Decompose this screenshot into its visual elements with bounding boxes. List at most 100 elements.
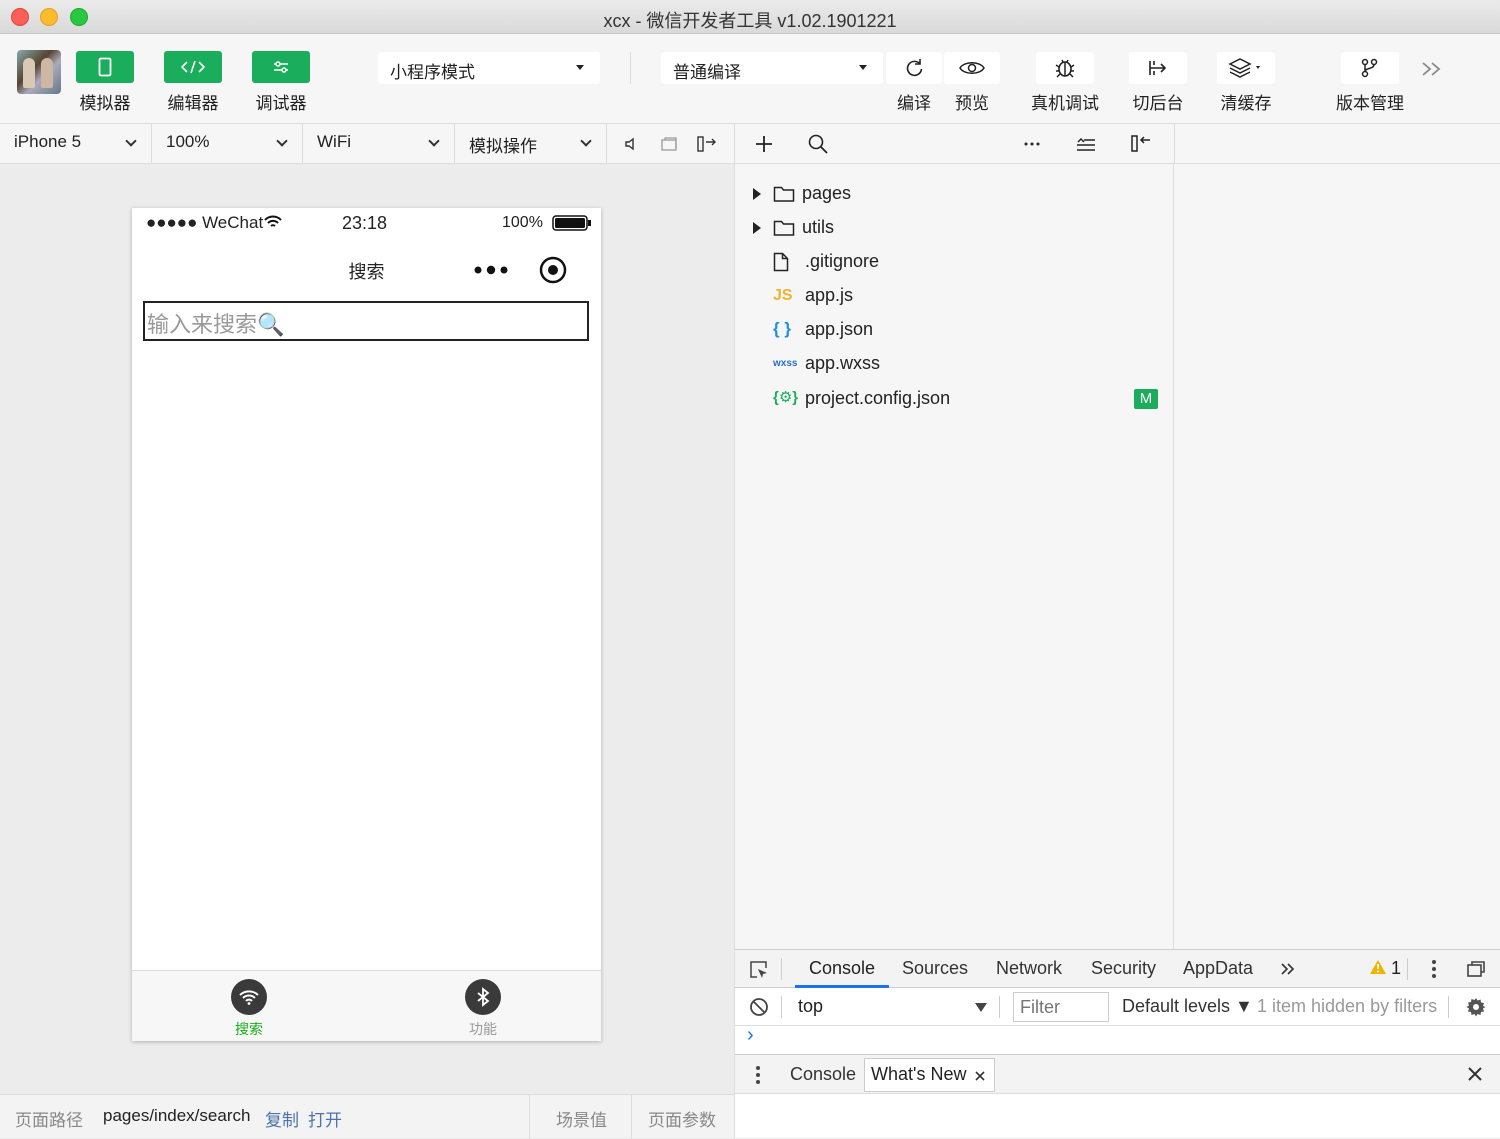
tree-item-app-js[interactable]: JS app.js [735,280,1174,312]
operation-select[interactable]: 模拟操作 [455,124,607,163]
tab-search[interactable]: 搜索 [209,971,289,1042]
chevron-down-icon [276,135,288,147]
devtools-drawer: Console What's New [735,1054,1500,1094]
inspect-element-icon[interactable] [749,960,769,980]
close-target-icon[interactable] [538,255,568,285]
debugger-toggle-button[interactable] [252,51,310,83]
editor-tab-bar [1174,124,1500,164]
version-control-button[interactable] [1341,52,1399,84]
config-file-icon: {⚙} [773,389,799,406]
simulator-toggle-button[interactable] [76,51,134,83]
network-select[interactable]: WiFi [303,124,455,163]
collapse-panel-icon[interactable] [1130,133,1152,153]
double-chevron-right-icon[interactable] [1421,61,1443,77]
more-tabs-icon[interactable] [1280,962,1296,976]
close-drawer-icon[interactable] [1468,1067,1482,1081]
layers-icon [1228,58,1260,78]
editor-area [1173,164,1500,949]
tree-item-project-config[interactable]: {⚙} project.config.json M [735,383,1174,415]
toolbar-divider [1407,958,1408,980]
window-title: xcx - 微信开发者工具 v1.02.1901221 [603,11,897,31]
toolbar-divider [630,52,631,84]
tree-item-label: project.config.json [805,388,951,408]
more-dots-icon[interactable] [473,260,509,280]
toolbar-divider [999,996,1000,1018]
preview-button[interactable] [944,52,1000,84]
tree-item-label: app.js [805,285,854,305]
operation-select-value: 模拟操作 [469,137,537,156]
caret-down-icon [576,65,584,70]
clear-console-icon[interactable] [749,997,769,1017]
file-icon [773,252,789,272]
gear-icon[interactable] [1466,997,1486,1017]
pathbar-divider [631,1095,632,1139]
log-levels-select[interactable]: Default levels ▼ [1122,996,1253,1017]
caret-down-icon [975,1003,987,1012]
tab-console[interactable]: Console [809,958,875,979]
device-select[interactable]: iPhone 5 [0,124,152,163]
background-button[interactable] [1129,52,1187,84]
search-icon[interactable] [808,134,828,154]
carrier-text: ●●●●● WeChat [146,213,264,232]
tab-network[interactable]: Network [996,958,1062,979]
kebab-menu-icon[interactable] [1431,959,1437,979]
user-avatar[interactable] [17,50,61,94]
ellipsis-icon[interactable] [1024,142,1040,146]
compile-mode-select[interactable]: 普通编译 [661,52,883,84]
caret-down-icon [859,65,867,70]
context-select[interactable]: top [787,992,989,1022]
tab-appdata[interactable]: AppData [1183,958,1253,979]
undock-icon[interactable] [1466,960,1486,978]
page-params-button[interactable]: 页面参数 [648,1106,716,1131]
drawer-menu-icon[interactable] [755,1065,761,1085]
main-toolbar: 模拟器 编辑器 调试器 小程序模式 普通编译 编译 预览 真机调试 切后台 清缓… [0,34,1500,124]
zoom-select-value: 100% [166,132,210,151]
mode-select[interactable]: 小程序模式 [378,52,600,84]
wxss-file-icon: wxss [773,358,798,369]
copy-path-link[interactable]: 复制 [265,1106,299,1131]
volume-icon[interactable] [623,136,639,152]
hidden-items-info: 1 item hidden by filters [1257,996,1438,1016]
detach-icon[interactable] [696,135,718,153]
search-input[interactable]: 输入来搜索🔍 [143,301,589,341]
console-prompt[interactable]: › [747,1024,754,1047]
branch-icon [1361,58,1378,78]
tab-functions[interactable]: 功能 [443,971,523,1042]
drawer-tab-whats-new-label: What's New [871,1064,967,1084]
file-tree-toolbar [734,124,1174,164]
chevron-down-icon [125,135,137,147]
debugger-label: 调试器 [255,94,307,113]
tab-security[interactable]: Security [1091,958,1156,979]
tree-item-label: utils [802,217,835,237]
warning-count[interactable]: 1 [1391,958,1401,979]
code-icon [180,60,206,74]
remote-debug-button[interactable] [1036,52,1094,84]
scene-value-button[interactable]: 场景值 [556,1106,607,1131]
collapse-all-icon[interactable] [1076,136,1096,152]
console-filter-input[interactable] [1013,992,1109,1022]
tab-sources[interactable]: Sources [902,958,968,979]
mode-select-value: 小程序模式 [390,63,475,82]
close-icon[interactable] [975,1071,985,1081]
tree-item-gitignore[interactable]: .gitignore [735,246,1174,278]
tree-item-label: app.wxss [805,353,881,373]
tree-item-app-wxss[interactable]: wxss app.wxss [735,348,1174,380]
title-bar: xcx - 微信开发者工具 v1.02.1901221 [0,0,1500,34]
json-file-icon: { } [773,319,791,338]
tree-item-app-json[interactable]: { } app.json [735,314,1174,346]
tree-item-utils[interactable]: utils [735,212,1174,244]
warning-icon[interactable] [1369,959,1387,975]
drawer-tab-console[interactable]: Console [790,1064,856,1085]
editor-toggle-button[interactable] [164,51,222,83]
window-icon[interactable] [660,136,678,152]
add-icon[interactable] [755,135,773,153]
open-path-link[interactable]: 打开 [308,1106,342,1131]
tree-item-pages[interactable]: pages [735,178,1174,210]
chevron-down-icon [428,135,440,147]
switch-background-icon [1149,61,1167,75]
zoom-select[interactable]: 100% [152,124,303,163]
clear-cache-button[interactable] [1217,52,1275,84]
drawer-tab-whats-new[interactable]: What's New [864,1058,995,1092]
tab-search-label: 搜索 [235,1021,263,1037]
compile-button[interactable] [886,52,942,84]
